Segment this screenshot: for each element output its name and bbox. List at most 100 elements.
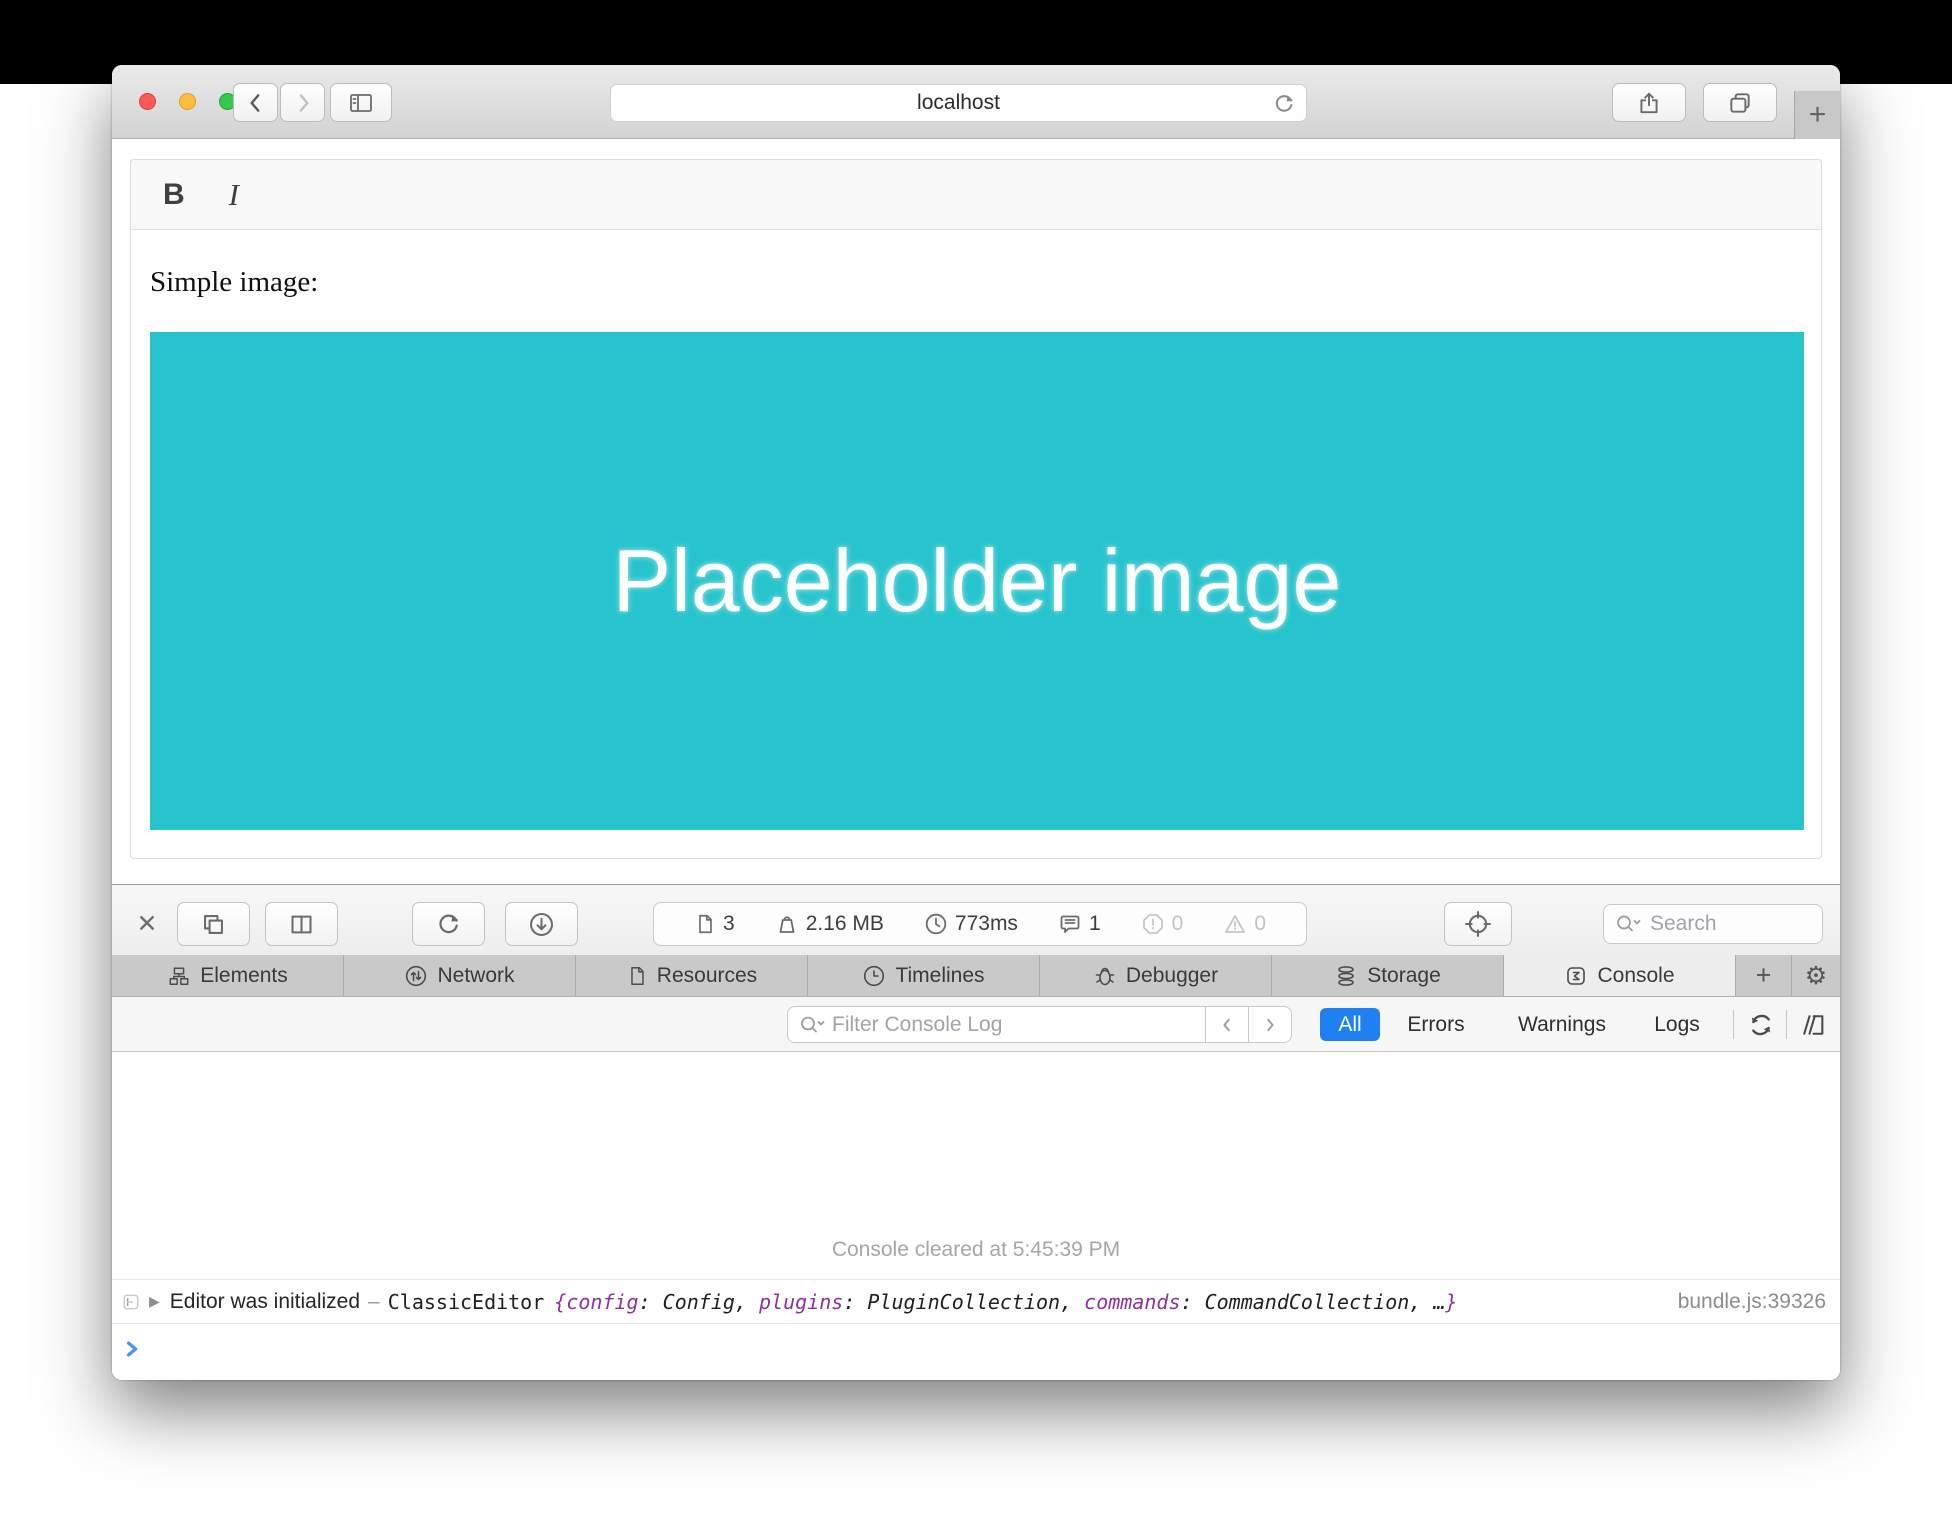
tab-elements[interactable]: Elements	[112, 955, 344, 996]
rich-text-editor: B I Simple image: Placeholder image	[130, 159, 1822, 859]
filter-scope-logs[interactable]: Logs	[1647, 997, 1707, 1052]
console-filter-bar: All Errors Warnings Logs	[112, 997, 1840, 1052]
italic-button[interactable]: I	[229, 177, 239, 213]
console-cleared-message: Console cleared at 5:45:39 PM	[112, 1238, 1840, 1262]
share-icon	[1636, 90, 1662, 116]
address-bar[interactable]: localhost	[610, 84, 1307, 122]
document-icon	[694, 912, 716, 936]
close-icon: ✕	[137, 909, 158, 939]
filter-scope-warnings[interactable]: Warnings	[1507, 997, 1617, 1052]
back-button[interactable]	[233, 83, 278, 122]
prompt-chevron-icon	[124, 1340, 142, 1358]
reload-page-button[interactable]	[412, 902, 485, 946]
reload-icon[interactable]	[1272, 92, 1296, 116]
share-button[interactable]	[1612, 83, 1686, 122]
search-icon	[1614, 913, 1644, 935]
inspector-toolbar: ✕	[112, 885, 1840, 955]
document-icon	[626, 964, 648, 988]
circular-arrows-icon	[1747, 1011, 1775, 1039]
stat-error-count: 0	[1141, 912, 1184, 936]
element-picker-button[interactable]	[1444, 902, 1512, 946]
download-icon	[528, 911, 555, 938]
warning-triangle-icon	[1223, 912, 1247, 936]
split-view-button[interactable]	[265, 902, 338, 946]
inspector-search-field[interactable]	[1603, 904, 1823, 944]
tab-debugger[interactable]: Debugger	[1040, 955, 1272, 996]
inspector-settings-button[interactable]: ⚙	[1792, 955, 1840, 996]
log-object-class: ClassicEditor	[388, 1290, 545, 1314]
download-button[interactable]	[505, 902, 578, 946]
sidebar-icon	[347, 90, 375, 116]
clock-icon	[862, 964, 886, 988]
console-drawer-button[interactable]	[1793, 1009, 1833, 1041]
elements-hierarchy-icon	[167, 965, 191, 987]
tab-console[interactable]: Console	[1504, 955, 1736, 996]
page-pen-icon	[1799, 1011, 1827, 1039]
stat-log-count: 1	[1058, 912, 1101, 936]
log-type-icon	[121, 1292, 141, 1312]
stat-transfer-size: 2.16 MB	[775, 912, 884, 936]
next-result-button[interactable]	[1248, 1007, 1291, 1042]
chevron-left-icon	[243, 90, 269, 116]
console-filter-input[interactable]	[832, 1007, 1205, 1042]
filter-scope-all[interactable]: All	[1320, 1008, 1380, 1041]
dock-windows-icon	[200, 911, 227, 938]
tab-resources[interactable]: Resources	[576, 955, 808, 996]
forward-button[interactable]	[280, 83, 325, 122]
clear-console-button[interactable]	[1742, 1009, 1780, 1041]
divider	[1786, 1010, 1787, 1039]
editor-paragraph[interactable]: Simple image:	[150, 266, 318, 299]
console-filter-group	[787, 1006, 1292, 1043]
tabs-overview-icon	[1727, 90, 1753, 116]
reload-icon	[435, 911, 462, 938]
filter-scope-errors[interactable]: Errors	[1396, 997, 1476, 1052]
clock-icon	[924, 912, 948, 936]
stat-documents: 3	[694, 912, 735, 936]
web-inspector: ✕	[112, 884, 1840, 1380]
network-arrows-icon	[404, 964, 428, 988]
tab-overview-button[interactable]	[1703, 83, 1777, 122]
minimize-window-button[interactable]	[179, 93, 196, 110]
divider	[1733, 1010, 1734, 1039]
title-bar: localhost	[112, 65, 1840, 139]
inspector-tab-bar: Elements Network Resources Timelines	[112, 955, 1840, 997]
dock-side-button[interactable]	[177, 902, 250, 946]
stat-load-time: 773ms	[924, 912, 1018, 936]
crosshair-icon	[1464, 910, 1492, 938]
disclosure-triangle[interactable]: ▶	[149, 1293, 160, 1310]
sidebar-toggle-button[interactable]	[330, 83, 392, 122]
address-bar-url: localhost	[917, 91, 1000, 115]
search-input[interactable]	[1650, 912, 1822, 936]
plus-icon: +	[1809, 98, 1827, 132]
bug-icon	[1093, 964, 1117, 988]
previous-result-button[interactable]	[1205, 1007, 1248, 1042]
error-octagon-icon	[1141, 912, 1165, 936]
resource-stats-bar: 3 2.16 MB 773ms	[653, 902, 1307, 946]
speech-bubble-icon	[1058, 912, 1082, 936]
bold-button[interactable]: B	[163, 178, 185, 212]
close-inspector-button[interactable]: ✕	[132, 902, 162, 946]
tab-storage[interactable]: Storage	[1272, 955, 1504, 996]
log-source-link[interactable]: bundle.js:39326	[1678, 1290, 1826, 1314]
console-prompt[interactable]	[124, 1340, 142, 1358]
editor-toolbar: B I	[131, 160, 1821, 230]
split-panes-icon	[288, 911, 315, 938]
search-icon	[788, 1007, 832, 1042]
console-log-row[interactable]: ▶ Editor was initialized – ClassicEditor…	[112, 1279, 1840, 1324]
placeholder-image-text: Placeholder image	[613, 530, 1342, 632]
log-separator: –	[368, 1290, 380, 1314]
safari-window: localhost	[112, 65, 1840, 1380]
close-window-button[interactable]	[139, 93, 156, 110]
console-sigma-icon	[1564, 964, 1588, 988]
gear-icon: ⚙	[1805, 961, 1827, 991]
log-object-preview: {config: Config, plugins: PluginCollecti…	[554, 1290, 1457, 1314]
add-tab-button[interactable]: +	[1736, 955, 1792, 996]
new-tab-button[interactable]: +	[1794, 91, 1840, 139]
placeholder-image[interactable]: Placeholder image	[150, 332, 1804, 830]
tab-network[interactable]: Network	[344, 955, 576, 996]
stat-warning-count: 0	[1223, 912, 1266, 936]
chevron-right-icon	[290, 90, 316, 116]
tab-timelines[interactable]: Timelines	[808, 955, 1040, 996]
weight-icon	[775, 912, 799, 936]
plus-icon: +	[1756, 960, 1772, 991]
